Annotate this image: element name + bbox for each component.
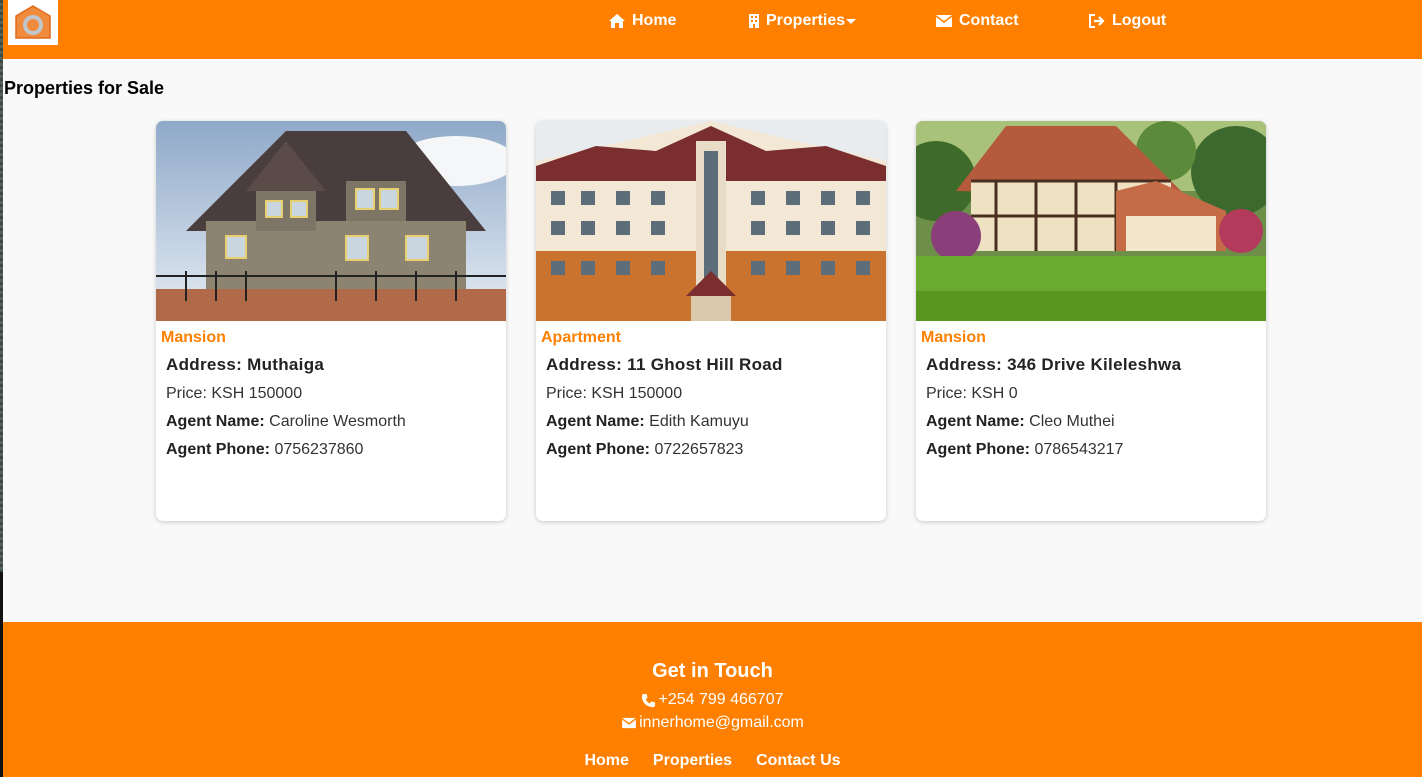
property-card[interactable]: Mansion Address: 346 Drive Kileleshwa Pr… [916,121,1266,521]
footer-email-value: innerhome@gmail.com [639,714,804,731]
caret-down-icon [846,19,857,24]
price-label: Price: [926,385,967,402]
agent-phone-value: 0722657823 [654,441,744,458]
footer-link-properties[interactable]: Properties [653,752,732,770]
address-label: Address: [926,355,1003,374]
agent-phone: Agent Phone: 0722657823 [546,441,743,459]
property-type: Apartment [541,329,622,346]
footer-email[interactable]: innerhome@gmail.com [3,714,1422,732]
nav-properties[interactable]: Properties [748,12,857,30]
property-card[interactable]: Mansion Address: Muthaiga Price: KSH 150… [156,121,506,521]
agent-name-value: Edith Kamuyu [649,413,749,430]
agent-name: Agent Name: Cleo Muthei [926,413,1115,431]
property-price: Price: KSH 0 [926,385,1018,403]
footer-link-home[interactable]: Home [584,752,628,770]
property-address: Address: Muthaiga [166,355,324,375]
price-label: Price: [166,385,207,402]
agent-phone-label: Agent Phone: [166,441,270,458]
agent-name-label: Agent Name: [166,413,265,430]
property-image[interactable] [536,121,886,321]
logout-icon [1089,14,1105,28]
home-icon [609,14,625,28]
property-type: Mansion [921,329,986,346]
page-title: Properties for Sale [4,78,165,98]
address-value: 11 Ghost Hill Road [627,355,783,374]
footer-phone[interactable]: +254 799 466707 [3,691,1422,709]
price-value: KSH 150000 [591,385,683,402]
agent-name-label: Agent Name: [546,413,645,430]
footer-links: Home Properties Contact Us [3,752,1422,770]
address-label: Address: [546,355,623,374]
property-card[interactable]: Apartment Address: 11 Ghost Hill Road Pr… [536,121,886,521]
nav-contact[interactable]: Contact [935,12,1019,30]
agent-name-value: Cleo Muthei [1029,413,1115,430]
property-image[interactable] [916,121,1266,321]
address-label: Address: [166,355,243,374]
property-type: Mansion [161,329,226,346]
price-label: Price: [546,385,587,402]
nav-properties-label: Properties [766,12,846,29]
agent-name: Agent Name: Edith Kamuyu [546,413,749,431]
price-value: KSH 150000 [211,385,303,402]
envelope-icon [935,15,953,27]
address-value: 346 Drive Kileleshwa [1007,355,1182,374]
agent-phone-value: 0786543217 [1034,441,1124,458]
agent-name-value: Caroline Wesmorth [269,413,406,430]
footer-phone-value: +254 799 466707 [658,691,784,708]
phone-icon [642,693,656,707]
site-logo[interactable] [8,0,58,45]
address-value: Muthaiga [247,355,325,374]
agent-name-label: Agent Name: [926,413,1025,430]
footer: Get in Touch +254 799 466707 innerhome@g… [3,622,1422,777]
agent-phone-value: 0756237860 [274,441,364,458]
property-price: Price: KSH 150000 [546,385,682,403]
price-value: KSH 0 [971,385,1018,402]
nav-home-label: Home [632,12,677,29]
nav-home[interactable]: Home [608,12,676,30]
envelope-icon [621,717,637,729]
navbar: Home Properties Contact Logout [3,0,1422,59]
agent-phone-label: Agent Phone: [926,441,1030,458]
building-icon [749,14,759,28]
house-logo-icon [15,4,51,39]
agent-phone: Agent Phone: 0756237860 [166,441,363,459]
agent-phone: Agent Phone: 0786543217 [926,441,1123,459]
footer-link-contact[interactable]: Contact Us [756,752,840,770]
footer-title: Get in Touch [652,660,773,682]
nav-logout-label: Logout [1112,12,1167,29]
property-image[interactable] [156,121,506,321]
agent-name: Agent Name: Caroline Wesmorth [166,413,406,431]
nav-contact-label: Contact [959,12,1019,29]
property-address: Address: 11 Ghost Hill Road [546,355,783,375]
property-address: Address: 346 Drive Kileleshwa [926,355,1181,375]
agent-phone-label: Agent Phone: [546,441,650,458]
nav-logout[interactable]: Logout [1088,12,1166,30]
property-price: Price: KSH 150000 [166,385,302,403]
